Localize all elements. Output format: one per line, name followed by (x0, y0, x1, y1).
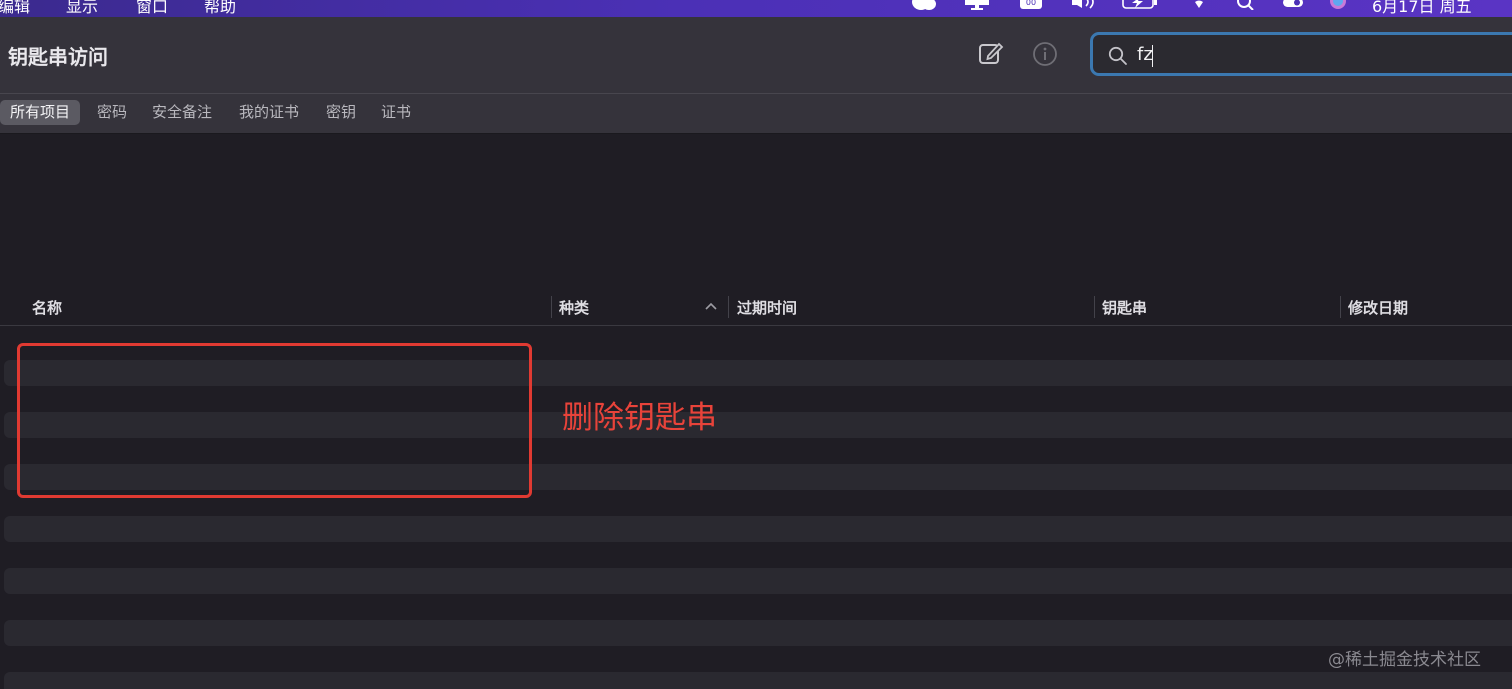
tab-all-items[interactable]: 所有项目 (0, 100, 81, 125)
watermark: @稀土掘金技术社区 (1328, 650, 1481, 670)
table-row-stripe (4, 672, 1512, 689)
column-divider[interactable] (551, 296, 552, 318)
column-divider[interactable] (728, 296, 729, 318)
table-row-stripe (4, 516, 1512, 542)
column-kind[interactable]: 种类 (559, 297, 589, 318)
tab-my-certificates[interactable]: 我的证书 (229, 100, 309, 125)
menu-help[interactable]: 帮助 (204, 0, 236, 17)
menu-window[interactable]: 窗口 (136, 0, 168, 17)
column-name[interactable]: 名称 (32, 297, 62, 318)
chevron-up-icon[interactable] (704, 301, 718, 311)
info-button[interactable] (1032, 41, 1058, 67)
search-input[interactable] (1137, 41, 1497, 67)
window-toolbar: 钥匙串访问 (0, 17, 1512, 94)
calendar-icon[interactable]: 00 (1019, 0, 1043, 10)
display-icon[interactable] (964, 0, 990, 10)
new-item-button[interactable] (978, 41, 1004, 67)
siri-icon[interactable] (1328, 0, 1348, 10)
window-title: 钥匙串访问 (8, 45, 108, 69)
compose-icon (979, 42, 1004, 64)
column-divider[interactable] (1094, 296, 1095, 318)
control-center-icon[interactable] (1282, 0, 1304, 10)
table-header: 名称 种类 过期时间 钥匙串 修改日期 (0, 290, 1512, 326)
text-caret (1152, 45, 1153, 67)
item-detail-area (0, 134, 1512, 290)
menu-view[interactable]: 显示 (66, 0, 98, 17)
table-row-stripe (4, 620, 1512, 646)
annotation-box (17, 343, 532, 498)
tab-passwords[interactable]: 密码 (87, 100, 137, 125)
macos-menu-bar: 编辑 显示 窗口 帮助 00 6月17日 周五 (0, 0, 1512, 17)
tab-keys[interactable]: 密钥 (316, 100, 366, 125)
column-divider[interactable] (1340, 296, 1341, 318)
magnifier-icon (1108, 46, 1127, 65)
menu-bar-datetime[interactable]: 6月17日 周五 (1372, 0, 1472, 17)
info-icon (1033, 42, 1057, 66)
calendar-badge-text: 00 (1026, 0, 1036, 7)
keychain-window: 编辑 显示 窗口 帮助 00 6月17日 周五 钥匙串访问 fz 所有项目 密码… (0, 0, 1512, 689)
column-keychain[interactable]: 钥匙串 (1102, 297, 1147, 318)
wifi-icon[interactable] (1190, 0, 1208, 10)
tab-certificates[interactable]: 证书 (371, 100, 421, 125)
search-field[interactable] (1090, 32, 1512, 76)
menu-edit[interactable]: 编辑 (0, 0, 30, 17)
annotation-label: 删除钥匙串 (562, 400, 717, 436)
wechat-icon[interactable] (910, 0, 938, 10)
volume-icon[interactable] (1070, 0, 1100, 10)
column-modified[interactable]: 修改日期 (1348, 297, 1408, 318)
spotlight-icon[interactable] (1236, 0, 1256, 11)
battery-icon[interactable] (1122, 0, 1158, 10)
category-tabs: 所有项目 密码 安全备注 我的证书 密钥 证书 (0, 94, 1512, 134)
table-row-stripe (4, 568, 1512, 594)
tab-secure-notes[interactable]: 安全备注 (142, 100, 222, 125)
column-expires[interactable]: 过期时间 (737, 297, 797, 318)
